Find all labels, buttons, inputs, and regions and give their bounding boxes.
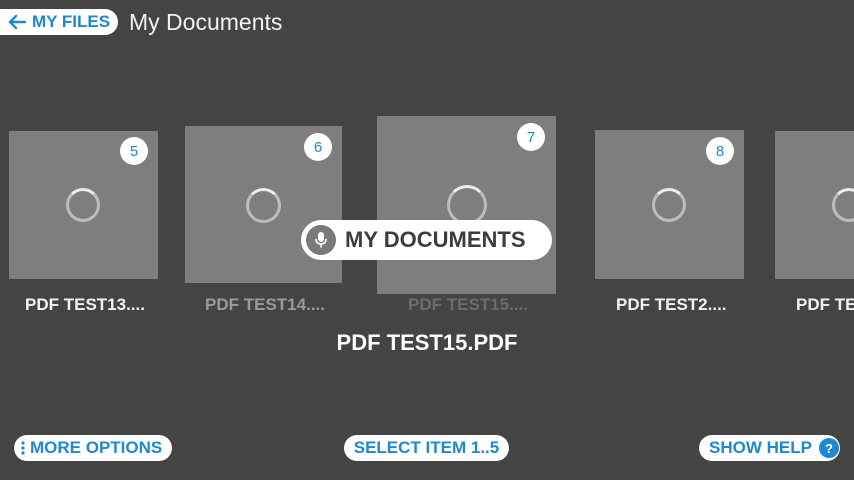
item-number-badge: 5 (120, 137, 148, 165)
item-number-badge: 7 (517, 123, 545, 151)
loading-spinner-icon (447, 185, 487, 225)
more-options-button[interactable]: MORE OPTIONS (14, 435, 172, 461)
select-item-label: SELECT ITEM 1..5 (353, 438, 500, 457)
selected-file-name: PDF TEST15.PDF (336, 330, 518, 355)
more-vertical-icon (21, 441, 25, 455)
file-tile-selected[interactable]: 7 (377, 116, 556, 294)
item-number-badge: 6 (304, 133, 332, 161)
page-title: My Documents (129, 9, 283, 35)
loading-spinner-icon (66, 188, 100, 222)
back-button-label: MY FILES (32, 12, 111, 31)
arrow-left-icon (8, 15, 26, 29)
show-help-label: SHOW HELP (709, 438, 812, 457)
more-options-label: MORE OPTIONS (30, 438, 163, 457)
file-tile[interactable] (775, 131, 854, 279)
file-name-label: PDF TEST14.... (205, 295, 325, 314)
file-name-label: PDF TE (796, 295, 854, 314)
voice-command-pill: MY DOCUMENTS (301, 220, 552, 260)
file-name-label: PDF TEST2.... (616, 295, 727, 314)
file-tile[interactable]: 5 (9, 131, 158, 279)
file-tile[interactable]: 8 (595, 130, 744, 279)
mic-icon (306, 225, 336, 255)
select-item-button[interactable]: SELECT ITEM 1..5 (344, 435, 509, 461)
voice-command-label: MY DOCUMENTS (345, 227, 526, 252)
file-name-label: PDF TEST13.... (25, 295, 145, 314)
loading-spinner-icon (246, 188, 281, 223)
item-number-badge: 8 (706, 137, 734, 165)
help-icon: ? (818, 438, 839, 458)
show-help-button[interactable]: SHOW HELP ? (699, 435, 840, 461)
loading-spinner-icon (832, 188, 854, 222)
back-button[interactable]: MY FILES (0, 9, 118, 35)
file-name-label: PDF TEST15.... (408, 295, 528, 314)
loading-spinner-icon (652, 188, 686, 222)
